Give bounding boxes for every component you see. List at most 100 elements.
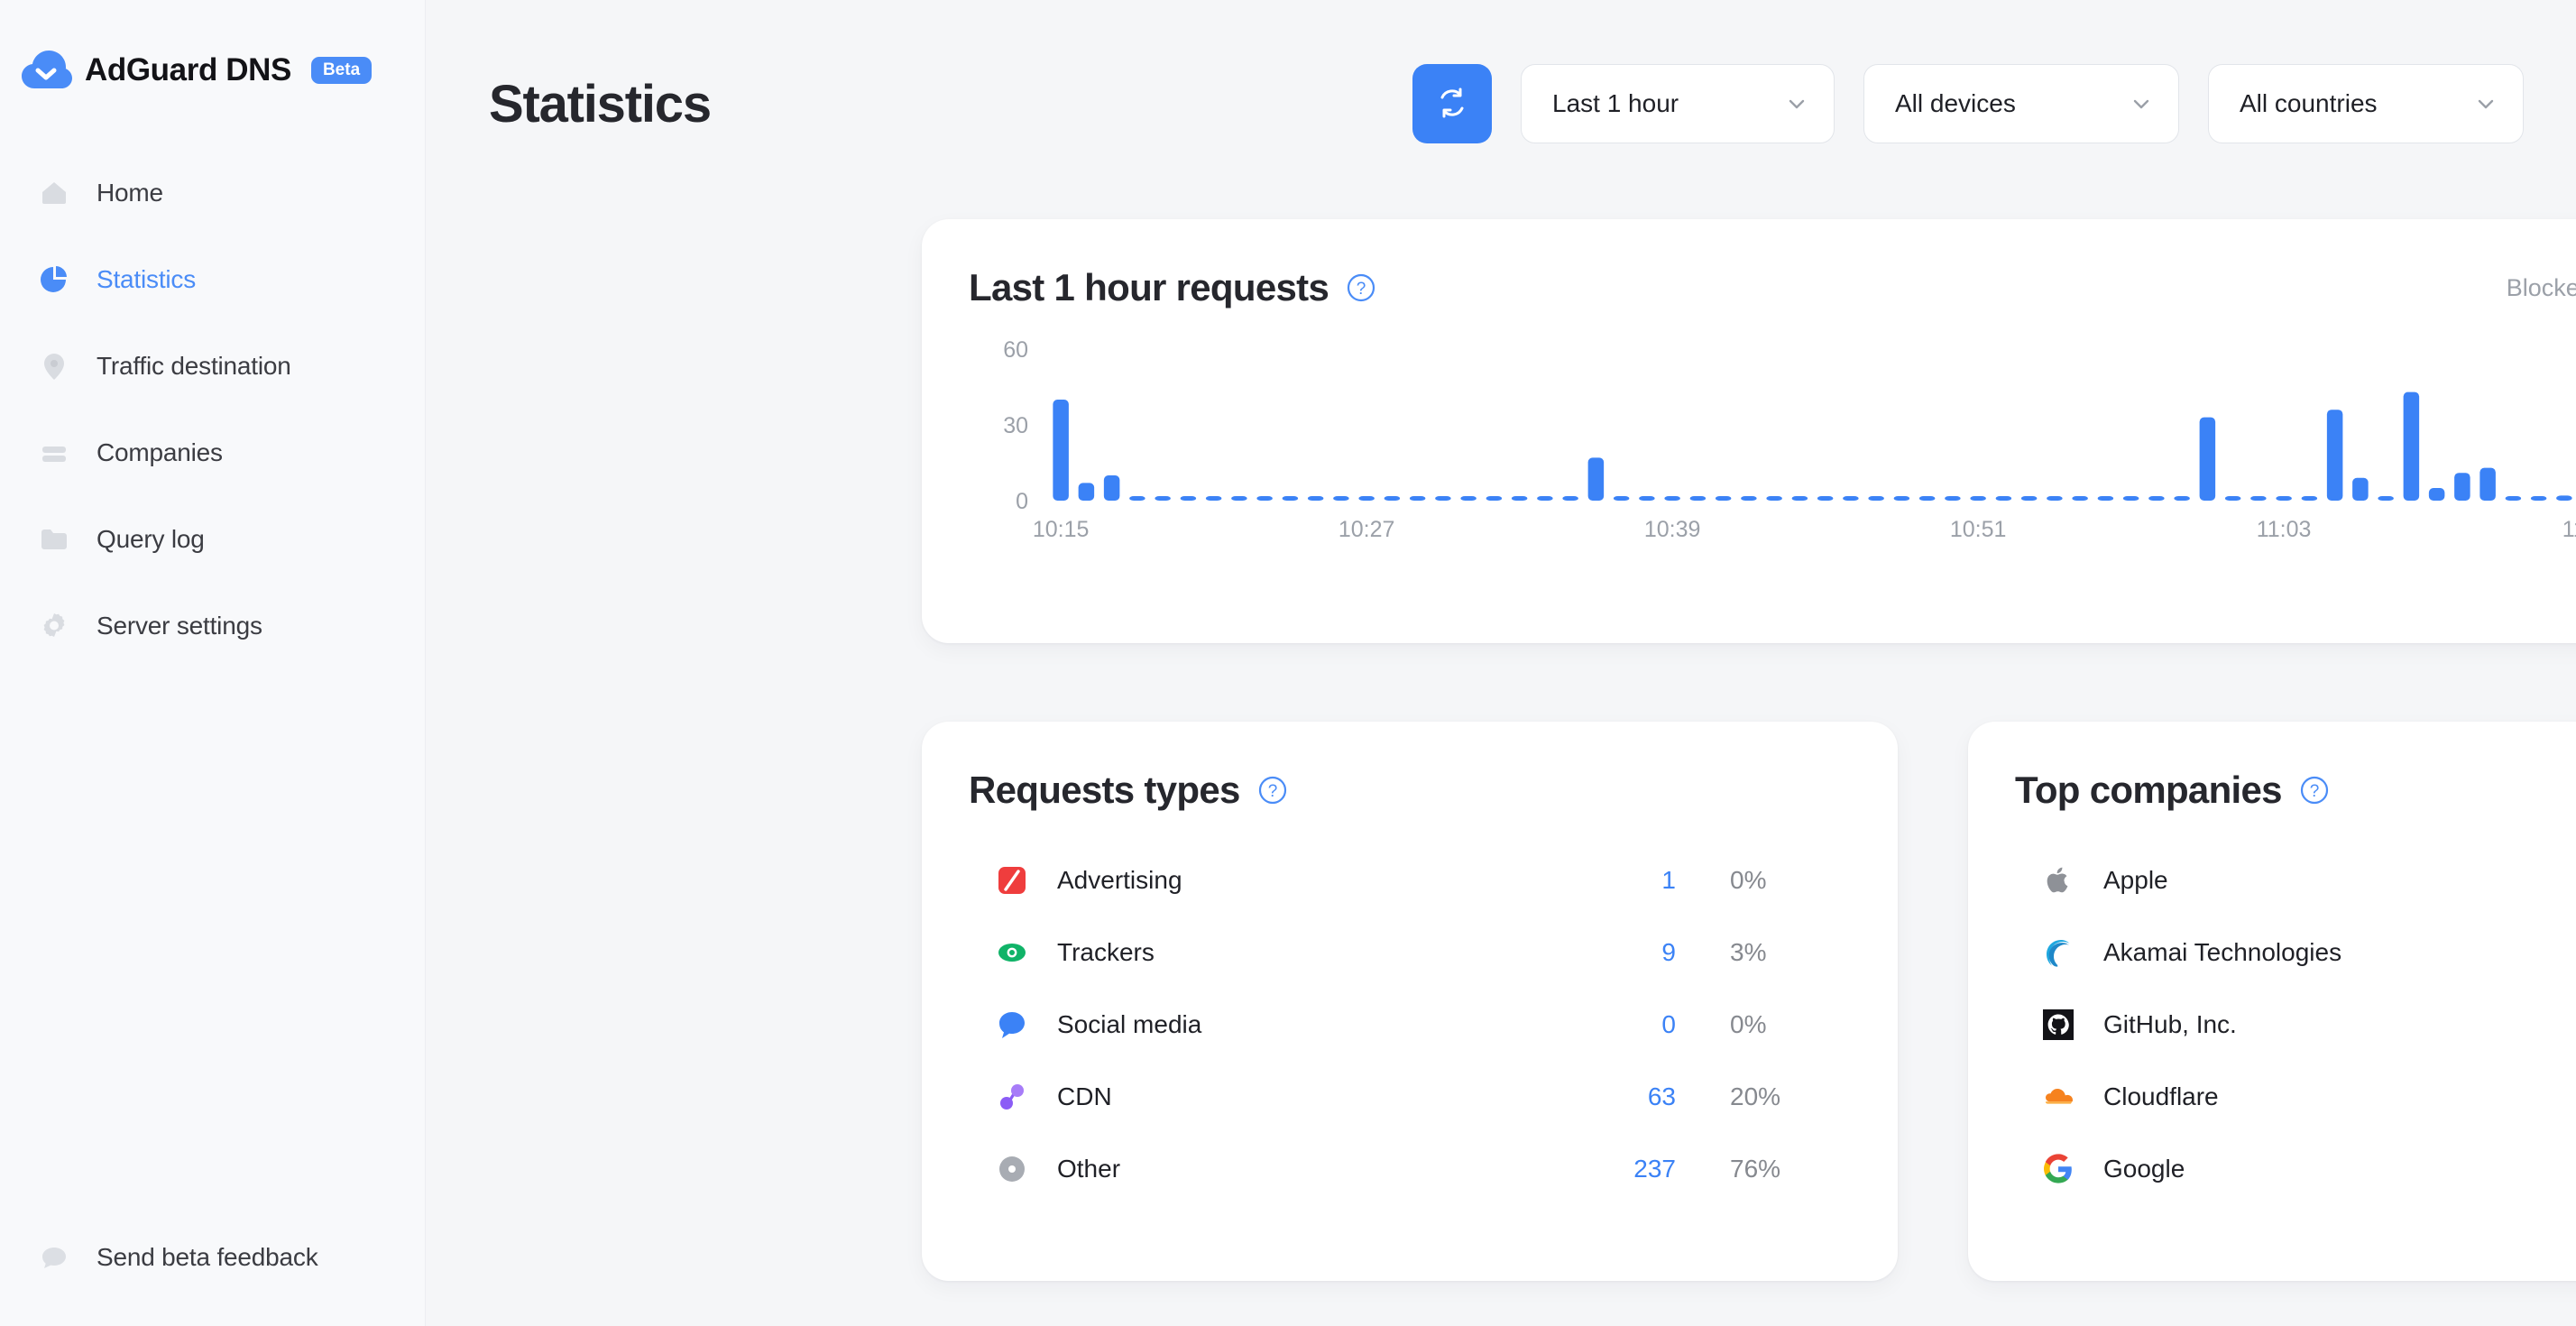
svg-text:11:15: 11:15 — [2562, 517, 2576, 542]
send-beta-feedback-label: Send beta feedback — [97, 1243, 318, 1271]
list-item-label: Trackers — [1057, 938, 1155, 966]
advertising-block-icon — [994, 862, 1030, 898]
top-companies-card: Top companies ? See all companies Apple … — [1968, 722, 2576, 1281]
page-title: Statistics — [489, 74, 712, 134]
time-range-select[interactable]: Last 1 hour — [1521, 64, 1835, 143]
table-row[interactable]: GitHub, Inc. 10 0 (0%) — [2015, 989, 2576, 1061]
chart-svg: 0 30 60 10:15 10:27 10:39 10:51 11:03 11:15 — [1003, 337, 2576, 542]
refresh-button[interactable] — [1412, 64, 1492, 143]
beta-badge: Beta — [310, 57, 373, 84]
sidebar-item-label: Query log — [97, 525, 205, 553]
cloudflare-logo-icon — [2040, 1079, 2076, 1115]
top-companies-list: Apple 81 0 (0%) Akamai Technologies 52 0… — [2015, 844, 2576, 1205]
main-content: Statistics Last 1 hour All devices All c… — [426, 0, 2576, 1326]
sidebar-item-label: Traffic destination — [97, 352, 291, 380]
devices-value: All devices — [1895, 89, 2016, 117]
list-item-count[interactable]: 1 — [1568, 866, 1676, 895]
home-icon — [36, 175, 72, 211]
blocked-prefix: Blocked — [2506, 273, 2576, 301]
question-mark-icon[interactable]: ? — [1257, 775, 1288, 806]
table-cell-company: GitHub, Inc. — [2103, 1010, 2237, 1038]
list-item[interactable]: CDN 63 20% — [969, 1061, 1847, 1133]
countries-value: All countries — [2240, 89, 2378, 117]
list-item-label: Social media — [1057, 1010, 1202, 1038]
blocked-summary: Blocked 3 (1%) out of 310 requests. — [2507, 274, 2576, 302]
folder-icon — [36, 521, 72, 557]
list-item-count[interactable]: 0 — [1568, 1010, 1676, 1039]
svg-text:?: ? — [1357, 280, 1366, 299]
table-cell-company: Apple — [2103, 866, 2168, 894]
sidebar-item-label: Statistics — [97, 265, 197, 293]
list-item[interactable]: Other 237 76% — [969, 1133, 1847, 1205]
list-item-percent: 76% — [1730, 1155, 1781, 1183]
svg-text:10:15: 10:15 — [1033, 517, 1090, 542]
tracker-eye-icon — [994, 935, 1030, 971]
list-item-percent: 3% — [1730, 938, 1767, 966]
list-item-label: CDN — [1057, 1082, 1112, 1110]
chat-bubble-icon — [36, 1239, 72, 1275]
akamai-logo-icon — [2040, 935, 2076, 971]
requests-chart-card: Last 1 hour requests ? Blocked 3 (1%) ou… — [922, 219, 2576, 643]
list-item-count[interactable]: 9 — [1568, 938, 1676, 967]
table-cell-company: Akamai Technologies — [2103, 938, 2342, 966]
chevron-down-icon — [1785, 92, 1808, 115]
top-companies-header: Top companies ? See all companies — [2015, 769, 2576, 812]
other-donut-icon — [994, 1151, 1030, 1187]
svg-text:0: 0 — [1016, 489, 1028, 514]
sidebar-item-label: Server settings — [97, 612, 262, 640]
svg-text:10:51: 10:51 — [1950, 517, 2007, 542]
list-item[interactable]: Advertising 1 0% — [969, 844, 1847, 916]
svg-text:11:03: 11:03 — [2257, 517, 2312, 542]
table-cell-company: Cloudflare — [2103, 1082, 2219, 1110]
sidebar-item-query-log[interactable]: Query log — [0, 496, 425, 583]
devices-select[interactable]: All devices — [1863, 64, 2179, 143]
svg-text:?: ? — [2310, 782, 2320, 801]
sidebar-item-companies[interactable]: Companies — [0, 410, 425, 496]
sidebar-nav: Home Statistics Traffic destination Comp… — [0, 150, 425, 669]
sidebar-item-home[interactable]: Home — [0, 150, 425, 236]
social-bubble-icon — [994, 1007, 1030, 1043]
list-item-label: Advertising — [1057, 866, 1182, 894]
main-header: Statistics Last 1 hour All devices All c… — [426, 0, 2576, 153]
requests-types-list: Advertising 1 0% Trackers 9 3% Social me… — [969, 844, 1847, 1205]
table-row[interactable]: Cloudflare 8 0 (0%) — [2015, 1061, 2576, 1133]
chart-card-header: Last 1 hour requests ? Blocked 3 (1%) ou… — [969, 266, 2576, 309]
svg-text:10:27: 10:27 — [1339, 517, 1395, 542]
sidebar: AdGuard DNS Beta Home Statistics Traffic… — [0, 0, 426, 1326]
brand-name: AdGuard DNS — [85, 52, 291, 87]
requests-bar-chart[interactable]: 0 30 60 10:15 10:27 10:39 10:51 11:03 11:15 — [969, 326, 2576, 551]
requests-types-title: Requests types — [969, 769, 1240, 811]
sidebar-item-label: Home — [97, 179, 163, 207]
table-row[interactable]: Apple 81 0 (0%) — [2015, 844, 2576, 916]
sidebar-item-statistics[interactable]: Statistics — [0, 236, 425, 323]
header-controls: Last 1 hour All devices All countries — [1412, 64, 2524, 143]
google-logo-icon — [2040, 1151, 2076, 1187]
chevron-down-icon — [2130, 92, 2153, 115]
apple-logo-icon — [2040, 862, 2076, 898]
chart-card-title: Last 1 hour requests — [969, 266, 1329, 308]
list-item-count[interactable]: 237 — [1568, 1155, 1676, 1183]
sidebar-item-server-settings[interactable]: Server settings — [0, 583, 425, 669]
requests-types-card: Requests types ? Advertising 1 0% Tracke… — [922, 722, 1898, 1281]
list-item-percent: 0% — [1730, 1010, 1767, 1038]
svg-text:30: 30 — [1003, 413, 1028, 438]
table-cell-company: Google — [2103, 1155, 2185, 1183]
question-mark-icon[interactable]: ? — [2299, 775, 2330, 806]
brand-block[interactable]: AdGuard DNS Beta — [0, 0, 425, 90]
send-beta-feedback-button[interactable]: Send beta feedback — [0, 1239, 318, 1275]
requests-types-header: Requests types ? — [969, 769, 1847, 812]
list-item-count[interactable]: 63 — [1568, 1082, 1676, 1111]
countries-select[interactable]: All countries — [2208, 64, 2524, 143]
list-item[interactable]: Social media 0 0% — [969, 989, 1847, 1061]
list-item[interactable]: Trackers 9 3% — [969, 916, 1847, 989]
svg-text:60: 60 — [1003, 337, 1028, 363]
location-pin-icon — [36, 348, 72, 384]
list-item-label: Other — [1057, 1155, 1121, 1183]
question-mark-icon[interactable]: ? — [1346, 272, 1376, 303]
gear-icon — [36, 608, 72, 644]
sidebar-item-traffic-destination[interactable]: Traffic destination — [0, 323, 425, 410]
table-row[interactable]: Akamai Technologies 52 0 (0%) — [2015, 916, 2576, 989]
table-row[interactable]: Google 7 3 (43%) — [2015, 1133, 2576, 1205]
stacked-bars-icon — [36, 435, 72, 471]
github-logo-icon — [2040, 1007, 2076, 1043]
